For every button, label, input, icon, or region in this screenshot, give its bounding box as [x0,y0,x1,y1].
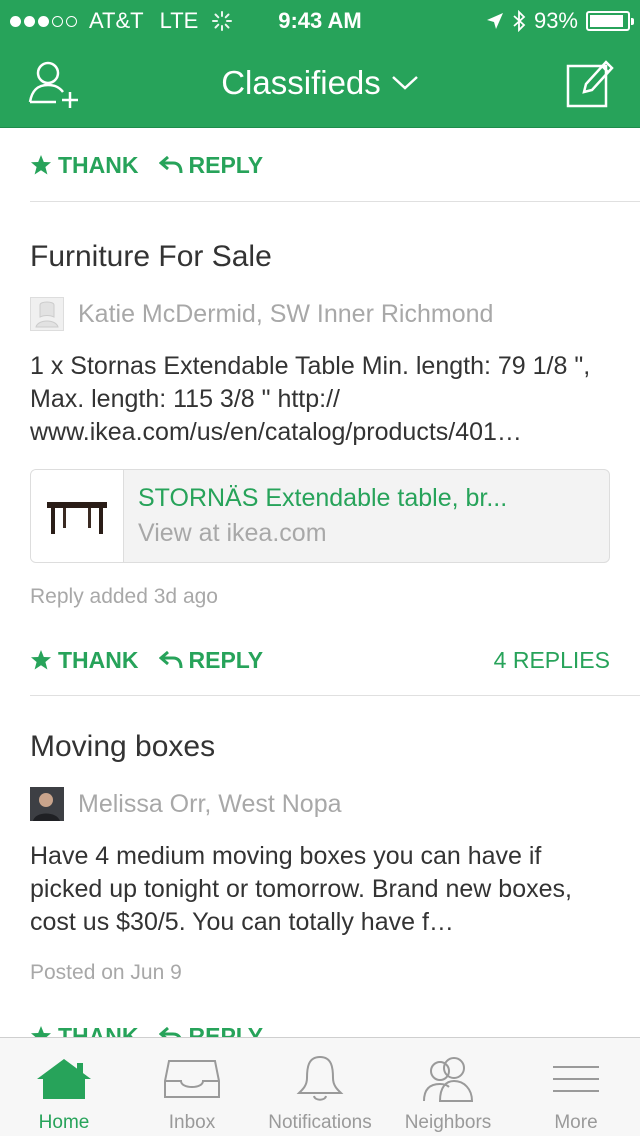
reply-button[interactable]: REPLY [158,151,264,179]
post-title[interactable]: Moving boxes [30,696,610,776]
thank-label: THANK [58,646,139,673]
reply-button[interactable]: REPLY [158,1022,264,1038]
tab-label: Neighbors [404,1112,492,1133]
table-icon [47,502,107,534]
post-meta: Reply added 3d ago [30,585,218,608]
link-text: STORNÄS Extendable table, br... View at … [124,470,521,562]
link-thumbnail [31,470,124,562]
tab-label: Home [38,1112,90,1133]
inbox-icon [164,1060,220,1098]
author-name: Melissa Orr, West Nopa [78,789,342,818]
post-card[interactable]: Moving boxes Melissa Orr, West Nopa Have… [0,696,640,1001]
reply-label: REPLY [188,1022,264,1038]
home-icon [37,1059,91,1099]
nav-title: Classifieds [221,64,381,101]
link-preview[interactable]: STORNÄS Extendable table, br... View at … [30,469,610,563]
avatar [30,787,64,821]
compose-button[interactable] [566,58,614,108]
replies-count-button[interactable]: 4 REPLIES [494,647,610,674]
post-actions: THANK REPLY 4 REPLIES [0,625,640,695]
tab-bar: Home Inbox Notifications Neighbors More [0,1037,640,1136]
tab-more[interactable]: More [512,1038,640,1136]
post-title[interactable]: Furniture For Sale [30,202,610,286]
thank-label: THANK [58,151,139,178]
post-meta: Posted on Jun 9 [30,961,182,984]
menu-icon [553,1066,599,1092]
author-name: Katie McDermid, SW Inner Richmond [78,299,494,328]
tab-label: Notifications [268,1112,372,1133]
thank-button[interactable]: THANK [30,1022,139,1038]
star-icon [31,650,51,670]
link-title: STORNÄS Extendable table, br... [138,484,508,512]
thank-button[interactable]: THANK [30,647,139,674]
link-source: View at ikea.com [138,519,327,547]
tab-notifications[interactable]: Notifications [256,1038,384,1136]
post-actions: THANK REPLY [0,1001,640,1037]
status-right: 93% [486,8,634,34]
tab-inbox[interactable]: Inbox [128,1038,256,1136]
default-avatar-icon [35,301,59,328]
reply-button[interactable]: REPLY [158,646,264,674]
nav-title-dropdown[interactable]: Classifieds [0,64,640,102]
tab-home[interactable]: Home [0,1038,128,1136]
thank-label: THANK [58,1022,139,1038]
status-bar: AT&T LTE 9:43 AM 93% [0,0,640,40]
post-author[interactable]: Melissa Orr, West Nopa [30,784,610,824]
star-icon [31,1026,51,1037]
reply-arrow-icon [158,1026,181,1037]
top-bar: AT&T LTE 9:43 AM 93% Classifieds [0,0,640,128]
chevron-down-icon [391,76,418,90]
post-card[interactable]: Furniture For Sale Katie McDermid, SW In… [0,202,640,625]
profile-photo [30,787,64,821]
reply-label: REPLY [188,646,264,673]
reply-arrow-icon [158,155,182,174]
tab-label: Inbox [168,1112,216,1133]
post-actions: THANK REPLY [0,129,640,201]
nav-bar: Classifieds [0,40,640,128]
reply-arrow-icon [158,650,182,669]
compose-icon [566,60,614,108]
avatar [30,297,64,331]
neighbors-icon [423,1057,474,1102]
thank-button[interactable]: THANK [30,152,139,179]
post-body: Have 4 medium moving boxes you can have … [30,842,572,936]
bell-icon [296,1055,344,1101]
post-author[interactable]: Katie McDermid, SW Inner Richmond [30,294,610,334]
battery-icon [586,11,634,31]
location-arrow-icon [486,13,503,29]
bluetooth-icon [513,10,526,32]
feed[interactable]: THANK REPLY Furniture For Sale Katie McD… [0,129,640,1037]
star-icon [31,155,51,175]
tab-neighbors[interactable]: Neighbors [384,1038,512,1136]
post-body: 1 x Stornas Extendable Table Min. length… [30,352,591,446]
tab-label: More [554,1112,598,1133]
battery-percent: 93% [533,8,578,33]
reply-label: REPLY [188,151,264,178]
